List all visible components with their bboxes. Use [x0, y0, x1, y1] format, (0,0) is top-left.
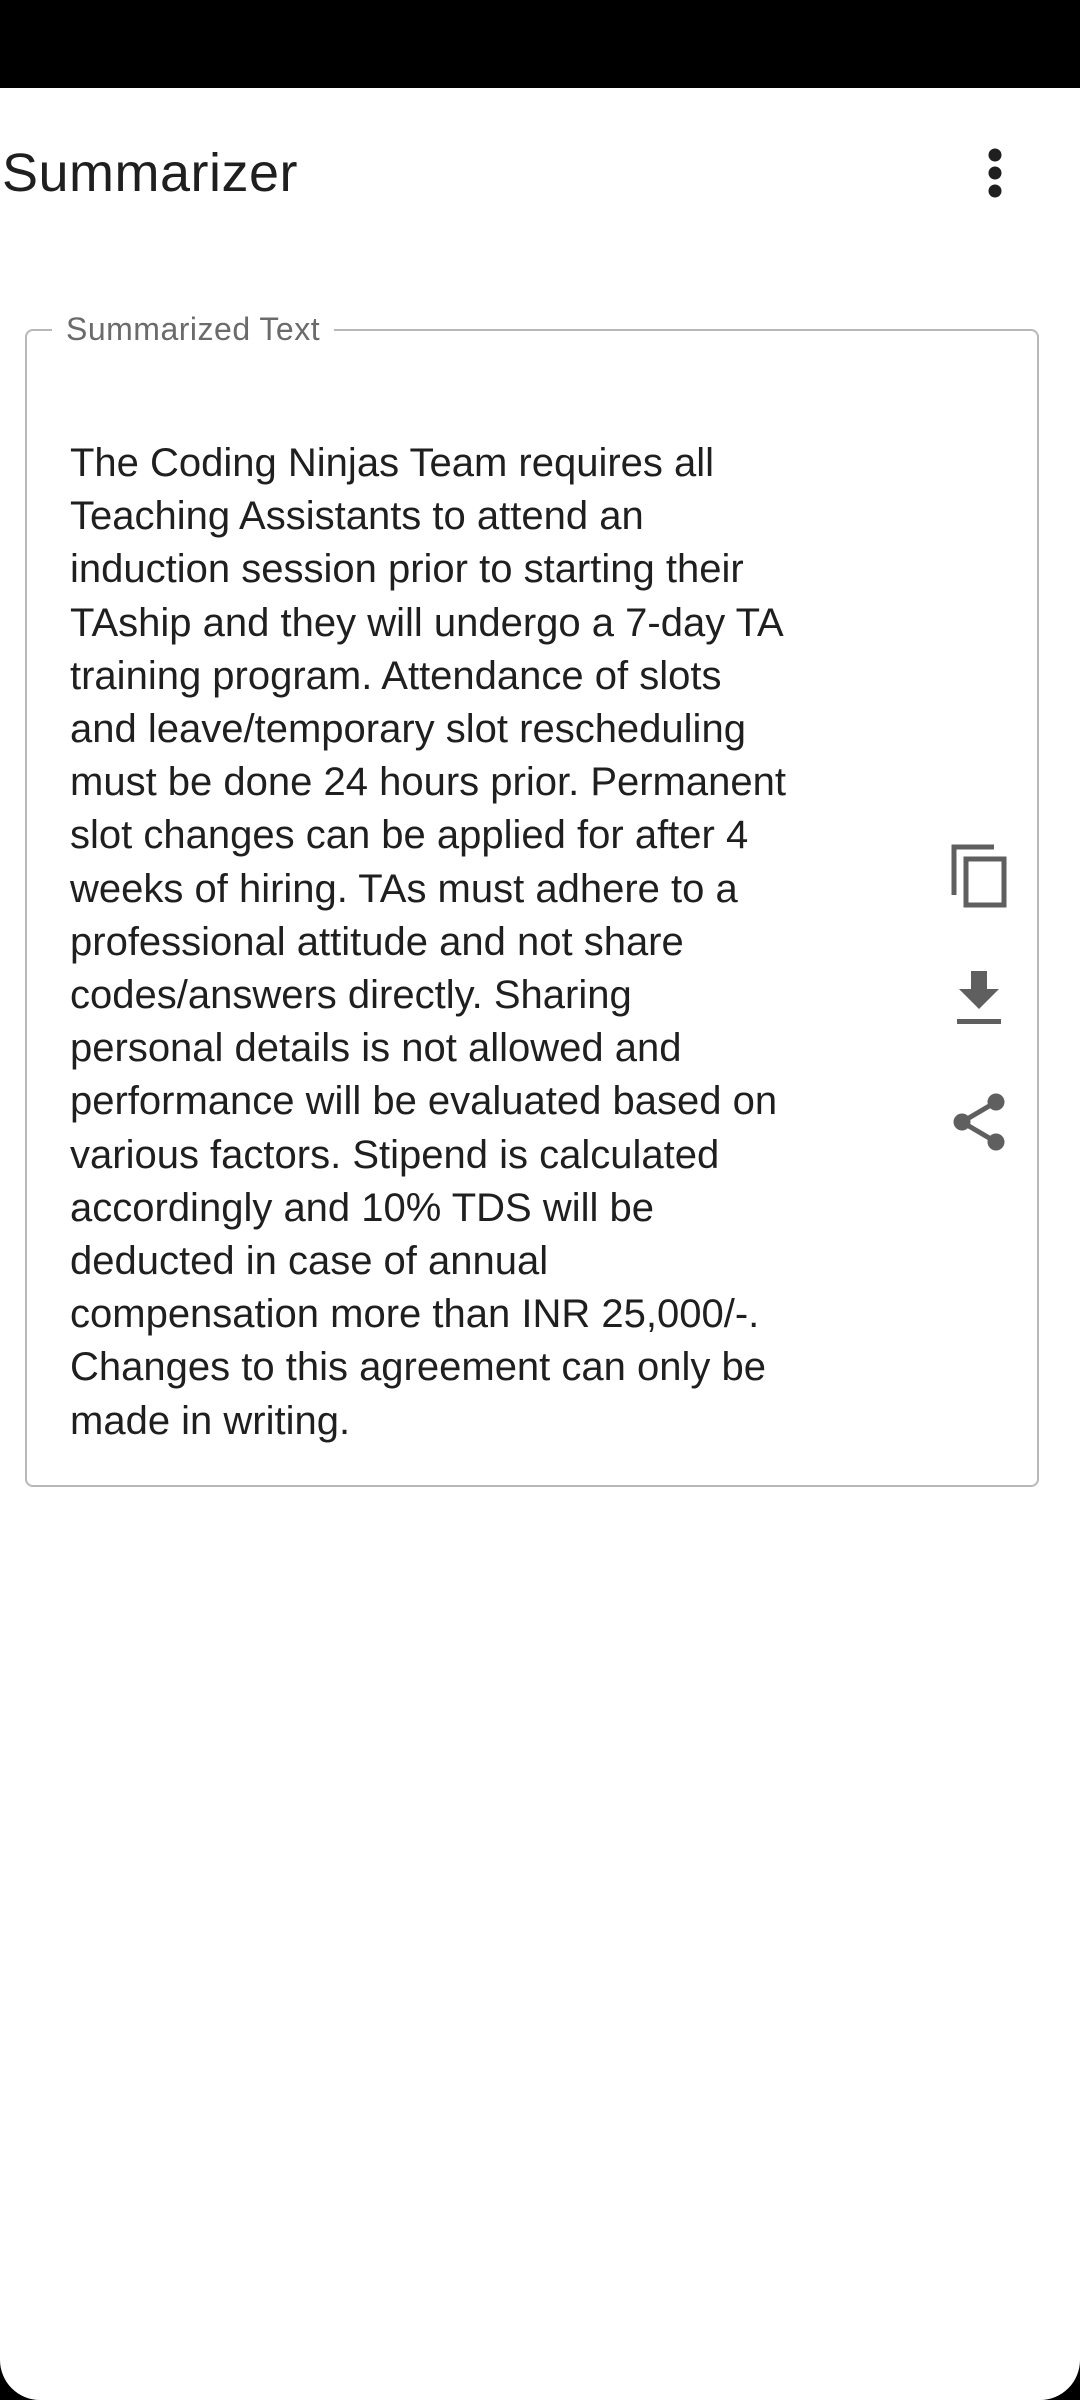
more-vert-icon [988, 148, 1002, 198]
summarized-text-label: Summarized Text [52, 307, 335, 351]
share-icon [953, 1093, 1005, 1151]
more-options-button[interactable] [960, 138, 1030, 208]
app-title: Summarizer [2, 143, 299, 203]
share-button[interactable] [942, 1085, 1016, 1159]
download-button[interactable] [942, 961, 1016, 1035]
app-window: Summarizer Summarized Text The Coding Ni… [0, 88, 1080, 2400]
status-bar [0, 0, 1080, 88]
download-icon [957, 971, 1001, 1024]
phone-screen: Summarizer Summarized Text The Coding Ni… [0, 0, 1080, 2400]
copy-icon [951, 844, 1007, 908]
top-app-bar: Summarizer [0, 88, 1080, 256]
summary-text: The Coding Ninjas Team requires all Teac… [70, 441, 786, 1443]
copy-button[interactable] [942, 839, 1016, 913]
summarized-text-card: Summarized Text The Coding Ninjas Team r… [25, 307, 1039, 1487]
